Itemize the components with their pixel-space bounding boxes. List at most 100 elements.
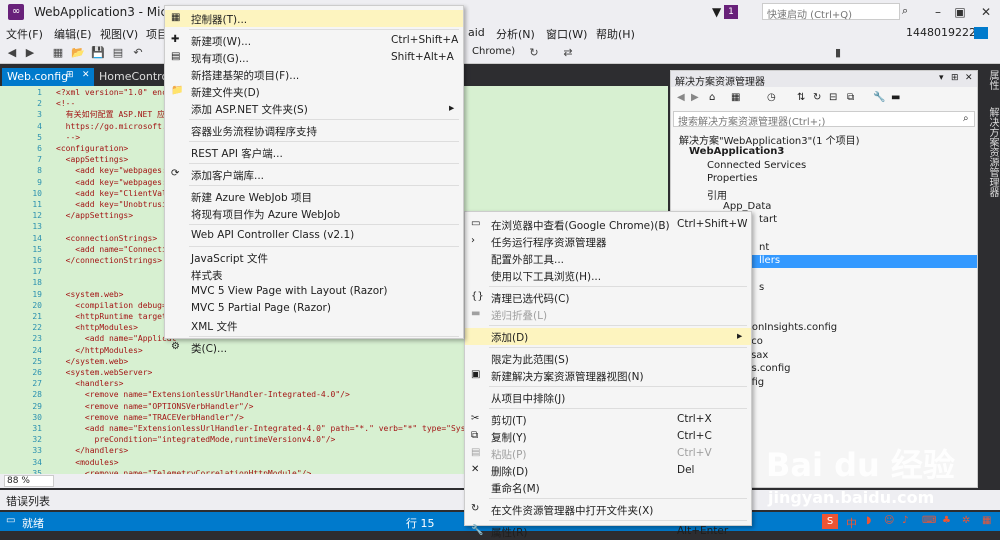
menu-item[interactable]: ▦ 控制器(T)... <box>165 10 463 27</box>
tree-item[interactable]: Connected Services <box>707 160 971 173</box>
menu-item[interactable]: ▣ 新建解决方案资源管理器视图(N) <box>465 367 751 384</box>
refresh-icon[interactable]: ↻ <box>813 92 821 103</box>
menu-item[interactable]: ↻ 在文件资源管理器中打开文件夹(X) <box>465 501 751 518</box>
menu-item[interactable]: 新建 Azure WebJob 项目 <box>165 188 463 205</box>
ime-punct-icon[interactable]: ◗ <box>866 515 871 526</box>
menu-build[interactable]: aid <box>468 26 485 39</box>
forward-icon[interactable]: ▶ <box>22 45 38 61</box>
home-icon[interactable]: ⌂ <box>709 92 715 103</box>
menu-item[interactable]: REST API 客户端... <box>165 144 463 161</box>
ime-emoji-icon[interactable]: ☺ <box>884 515 894 526</box>
menu-help[interactable]: 帮助(H) <box>596 26 635 42</box>
menu-item[interactable]: › 任务运行程序资源管理器 <box>465 233 751 250</box>
ime-skin-icon[interactable]: ♣ <box>942 515 951 526</box>
account-avatar-icon[interactable] <box>974 27 988 39</box>
se-search-input[interactable]: 搜索解决方案资源管理器(Ctrl+;) <box>673 111 975 128</box>
menu-item[interactable]: 重命名(M) <box>465 479 751 496</box>
pin-icon[interactable]: ⊞ <box>66 70 74 80</box>
refresh-icon[interactable]: ↻ <box>526 45 542 61</box>
back-icon[interactable]: ◀ <box>677 92 685 103</box>
back-icon[interactable]: ◀ <box>4 45 20 61</box>
menu-item[interactable]: 🔧 属性(R) Alt+Enter <box>465 523 751 540</box>
menu-item[interactable]: 添加(D) ▸ <box>465 328 751 345</box>
close-icon[interactable]: ✕ <box>965 73 973 83</box>
menu-item[interactable]: ⧉ 复制(Y) Ctrl+C <box>465 428 751 445</box>
menu-item[interactable]: ✂ 剪切(T) Ctrl+X <box>465 411 751 428</box>
notification-badge[interactable]: 1 <box>724 5 738 19</box>
menu-item[interactable]: MVC 5 View Page with Layout (Razor) <box>165 283 463 300</box>
ime-logo-icon[interactable]: S <box>822 514 838 529</box>
tree-item[interactable]: n.ico <box>739 336 971 349</box>
tree-item[interactable]: s <box>759 282 971 295</box>
menu-analyze[interactable]: 分析(N) <box>496 26 535 42</box>
properties-icon[interactable]: 🔧 <box>873 92 885 103</box>
menu-item[interactable]: 从项目中排除(J) <box>465 389 751 406</box>
history-icon[interactable]: ◷ <box>767 92 776 103</box>
close-tab-icon[interactable]: ✕ <box>82 70 90 80</box>
menu-item[interactable]: XML 文件 <box>165 317 463 334</box>
menu-edit[interactable]: 编辑(E) <box>54 26 92 42</box>
menu-item[interactable]: 📁 新建文件夹(D) <box>165 83 463 100</box>
ime-chinese-icon[interactable]: 中 <box>846 515 857 531</box>
browser-link-icon[interactable]: ⇄ <box>560 45 576 61</box>
save-all-icon[interactable]: ▤ <box>110 45 126 61</box>
new-project-icon[interactable]: ▦ <box>50 45 66 61</box>
tree-item[interactable]: nt <box>759 242 971 255</box>
sync-icon[interactable]: ⇅ <box>797 92 805 103</box>
search-icon[interactable]: ⌕ <box>902 4 908 18</box>
menu-file[interactable]: 文件(F) <box>6 26 43 42</box>
menu-item[interactable]: ✕ 删除(D) Del <box>465 462 751 479</box>
menu-item[interactable]: ⟳ 添加客户端库... <box>165 166 463 183</box>
menu-item[interactable]: ▬ 递归折叠(L) <box>465 306 751 323</box>
menu-item[interactable]: MVC 5 Partial Page (Razor) <box>165 300 463 317</box>
pin-icon[interactable]: ⊞ <box>951 73 959 83</box>
tree-item[interactable]: ges.config <box>739 363 971 376</box>
menu-item[interactable]: 样式表 <box>165 266 463 283</box>
tree-item[interactable]: onfig <box>739 377 971 390</box>
menu-window[interactable]: 窗口(W) <box>546 26 587 42</box>
tree-item[interactable]: WebApplication3 <box>689 146 971 159</box>
save-icon[interactable]: 💾 <box>90 45 106 61</box>
menu-item[interactable]: 新搭建基架的项目(F)... <box>165 66 463 83</box>
undo-icon[interactable]: ↶ <box>130 45 146 61</box>
maximize-button[interactable]: ▣ <box>950 2 970 22</box>
menu-item[interactable]: ⚙ 类(C)... <box>165 339 463 356</box>
menu-item[interactable]: ✚ 新建项(W)... Ctrl+Shift+A <box>165 32 463 49</box>
menu-item[interactable]: 添加 ASP.NET 文件夹(S) ▸ <box>165 100 463 117</box>
ime-mic-icon[interactable]: ♪ <box>902 515 908 526</box>
tab-home-controller[interactable]: HomeControlle <box>96 68 166 86</box>
tree-item[interactable]: 引用 <box>707 187 971 202</box>
menu-item[interactable]: {} 清理已选代码(C) <box>465 289 751 306</box>
tree-item[interactable]: 解决方案"WebApplication3"(1 个项目) <box>679 132 971 147</box>
filter-icon[interactable]: ▼ <box>712 5 721 19</box>
menu-item[interactable]: ▭ 在浏览器中查看(Google Chrome)(B) Ctrl+Shift+W <box>465 216 751 233</box>
tree-item[interactable]: ationInsights.config <box>739 322 971 335</box>
bookmark-icon[interactable]: ▮ <box>830 45 846 61</box>
search-icon[interactable]: ⌕ <box>963 113 969 124</box>
open-icon[interactable]: 📂 <box>70 45 86 61</box>
collapse-all-icon[interactable]: ⊟ <box>829 92 837 103</box>
tree-item[interactable]: Properties <box>707 173 971 186</box>
menu-item[interactable]: ▤ 现有项(G)... Shift+Alt+A <box>165 49 463 66</box>
forward-icon[interactable]: ▶ <box>691 92 699 103</box>
browser-select[interactable]: Chrome) <box>472 46 515 57</box>
window-position-icon[interactable]: ▾ <box>939 73 944 83</box>
quick-launch-input[interactable]: 快速启动 (Ctrl+Q) <box>762 3 900 21</box>
menu-item[interactable]: 将现有项目作为 Azure WebJob <box>165 205 463 222</box>
tab-web-config[interactable]: Web.config ⊞ ✕ <box>2 68 94 86</box>
preview-icon[interactable]: ▬ <box>891 92 900 103</box>
menu-item[interactable]: ▤ 粘贴(P) Ctrl+V <box>465 445 751 462</box>
minimize-button[interactable]: – <box>928 2 948 22</box>
menu-item[interactable]: 使用以下工具浏览(H)... <box>465 267 751 284</box>
menu-view[interactable]: 视图(V) <box>100 26 138 42</box>
tree-item[interactable]: l.asax <box>739 350 971 363</box>
ime-settings-icon[interactable]: ✲ <box>962 515 970 526</box>
tree-item[interactable]: App_Data <box>723 201 971 214</box>
menu-item[interactable]: 配置外部工具... <box>465 250 751 267</box>
zoom-select[interactable]: 88 % <box>4 475 54 487</box>
tab-solution-explorer[interactable]: 解决方案资源管理器 <box>987 107 998 197</box>
close-button[interactable]: ✕ <box>976 2 996 22</box>
menu-item[interactable]: JavaScript 文件 <box>165 249 463 266</box>
tree-item[interactable]: tart <box>759 214 971 227</box>
show-all-files-icon[interactable]: ⧉ <box>847 92 854 103</box>
